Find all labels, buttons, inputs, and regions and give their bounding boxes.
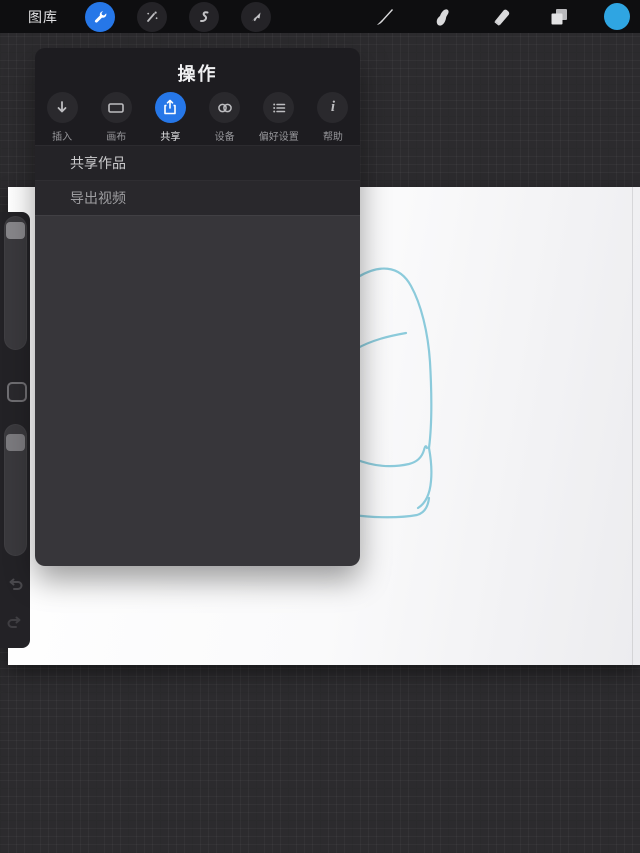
tab-insert-label: 插入 [52,132,73,143]
tab-insert-circle [46,92,78,123]
list-icon [271,100,287,116]
layers-button[interactable] [546,4,572,30]
popover-header: 操作 插入 画布 共享 设备 偏好设置 i 帮助 [35,48,360,145]
smudge-button[interactable] [430,4,456,30]
tab-canvas-circle [100,92,132,123]
adjustments-button[interactable] [137,1,167,32]
sidebar-tools [0,212,30,648]
right-tool-group [372,0,630,33]
procreate-screen: 图库 操作 插入 画布 共享 设备 偏好设置 i 帮助 共享作品 导出视频 [0,0,640,853]
color-button[interactable] [604,3,630,30]
popover-tabs: 插入 画布 共享 设备 偏好设置 i 帮助 [35,92,360,143]
tab-share-circle [154,92,186,123]
transform-button[interactable] [241,1,271,32]
brush-opacity-slider-handle[interactable] [6,434,25,451]
tab-preferences-circle [263,92,295,123]
s-curve-icon [196,9,212,25]
gallery-button[interactable]: 图库 [28,7,58,27]
undo-button[interactable] [5,575,25,595]
magic-wand-icon [144,9,160,25]
tab-help-circle: i [317,92,349,123]
left-tool-group [85,1,271,32]
info-i-icon: i [330,99,336,115]
cursor-arrow-icon [248,9,264,25]
redo-arrow-icon [5,613,25,633]
popover-body [35,215,360,566]
top-toolbar: 图库 [0,0,640,33]
tab-device-label: 设备 [214,132,235,143]
tab-insert[interactable]: 插入 [35,92,89,143]
paintbrush-icon [373,5,397,29]
wrench-icon [92,9,108,25]
popover-title: 操作 [177,64,218,84]
arrow-down-icon [54,100,70,116]
link-rings-icon [216,100,234,116]
tab-device[interactable]: 设备 [198,92,252,143]
brush-button[interactable] [372,4,398,30]
undo-arrow-icon [5,575,25,595]
layers-icon [547,5,571,29]
actions-wrench-button[interactable] [85,1,115,32]
eraser-button[interactable] [488,4,514,30]
color-circle-icon [604,3,630,30]
tab-device-circle [209,92,241,123]
canvas-rect-icon [107,100,125,116]
tab-canvas-label: 画布 [106,132,127,143]
menu-item-export-video[interactable]: 导出视频 [35,180,360,215]
tab-preferences-label: 偏好设置 [258,132,299,143]
menu-item-share-artwork[interactable]: 共享作品 [35,145,360,180]
tab-share-label: 共享 [160,132,181,143]
tab-canvas[interactable]: 画布 [89,92,143,143]
share-icon [162,99,178,116]
smudge-finger-icon [431,5,455,29]
brush-opacity-slider[interactable] [4,424,27,556]
tab-preferences[interactable]: 偏好设置 [252,92,306,143]
selection-button[interactable] [189,1,219,32]
redo-button[interactable] [5,613,25,633]
tab-help[interactable]: i 帮助 [306,92,360,143]
tab-share[interactable]: 共享 [143,92,197,143]
actions-popover: 操作 插入 画布 共享 设备 偏好设置 i 帮助 共享作品 导出视频 [35,48,360,566]
eraser-icon [489,5,513,29]
brush-size-slider-handle[interactable] [6,222,25,239]
tab-help-label: 帮助 [322,132,343,143]
brush-size-slider[interactable] [4,216,27,350]
modify-button[interactable] [7,382,27,402]
